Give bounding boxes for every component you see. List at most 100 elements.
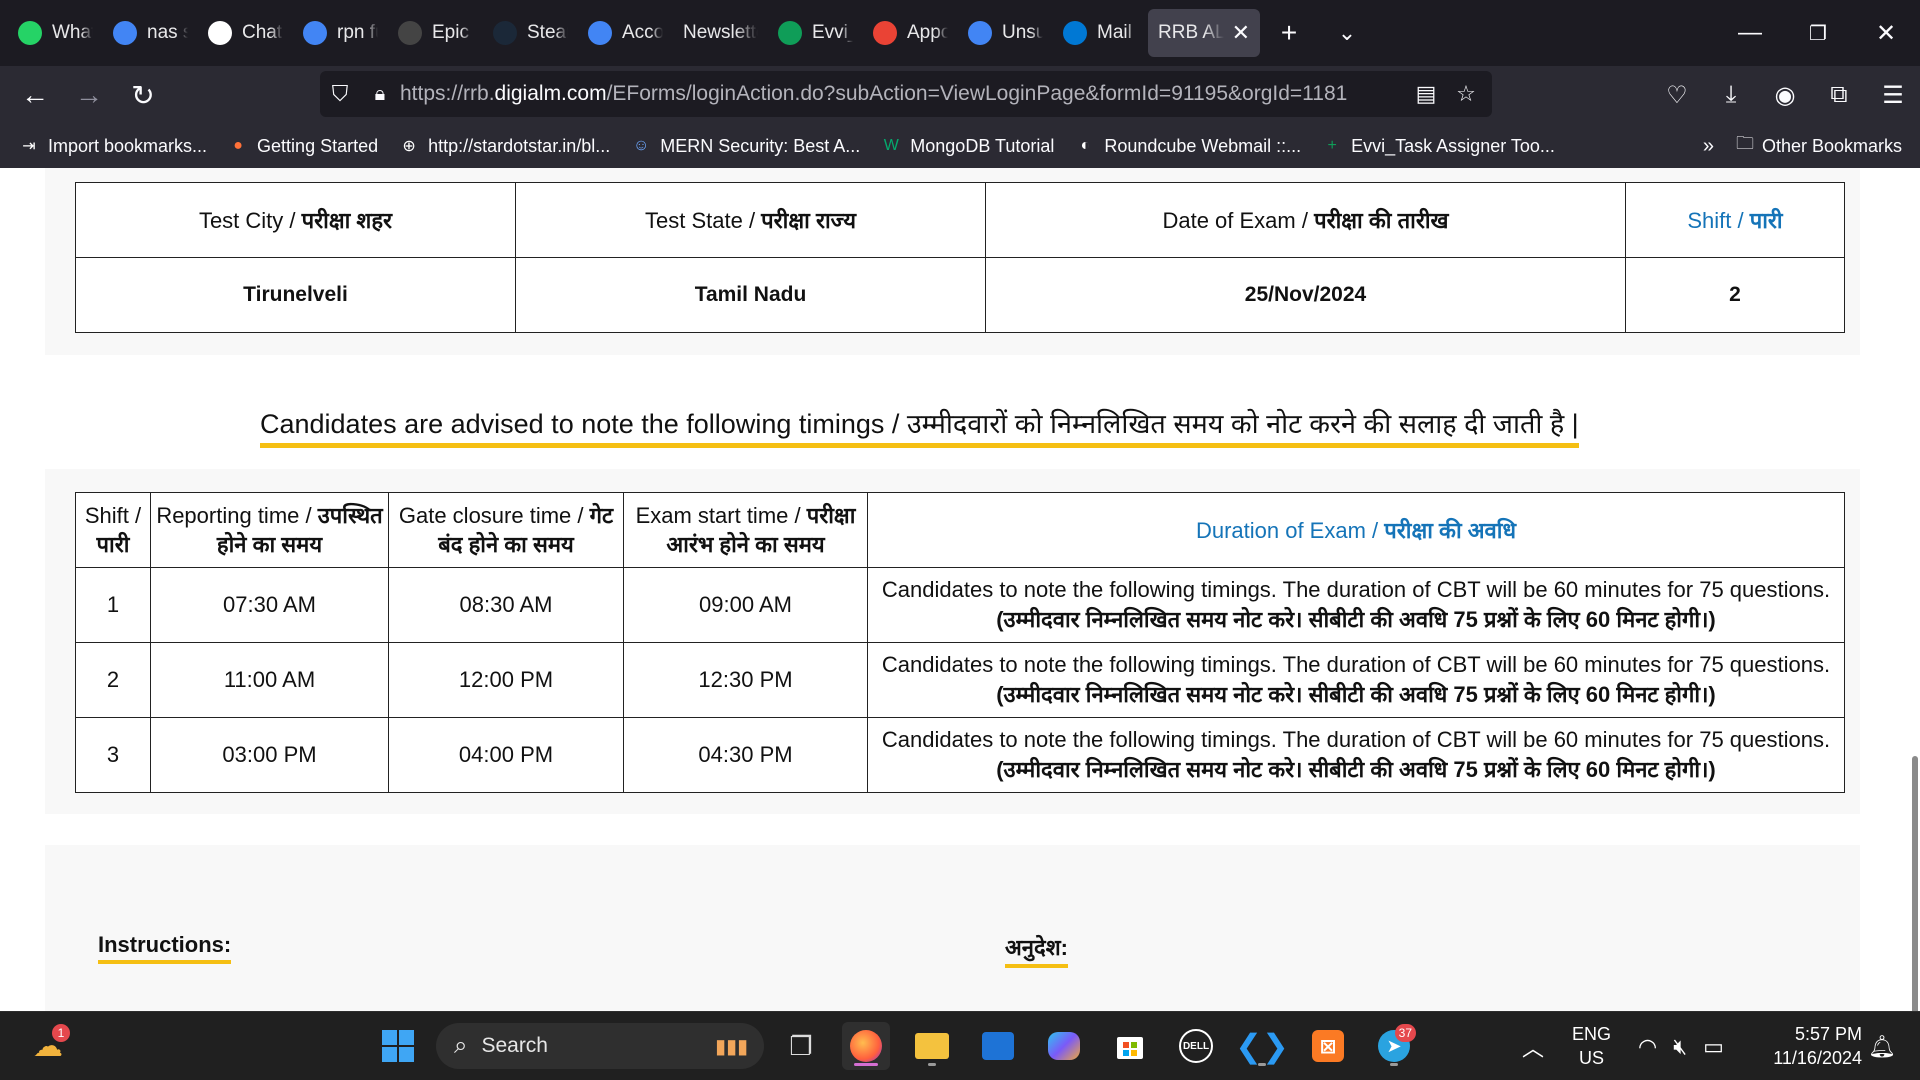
gate-closure-cell: 12:00 PM <box>388 642 624 718</box>
tab[interactable]: Unsub <box>958 9 1053 57</box>
show-hidden-icons-button[interactable]: ︿ <box>1522 1012 1544 1080</box>
tab-active[interactable]: RRB ALI ✕ <box>1148 9 1260 57</box>
downloads-icon[interactable]: ⤓ <box>1704 72 1758 118</box>
tab[interactable]: nas se <box>103 9 198 57</box>
language-indicator[interactable]: ENG US <box>1572 1022 1611 1070</box>
bookmark-item[interactable]: ⊕ http://stardotstar.in/bl... <box>398 135 610 157</box>
bookmark-item[interactable]: ● Getting Started <box>227 135 378 157</box>
tab[interactable]: Accou <box>578 9 673 57</box>
reload-button[interactable]: ↻ <box>116 72 170 118</box>
bookmark-item[interactable]: ☺ MERN Security: Best A... <box>630 135 860 157</box>
search-label: Search <box>481 1034 548 1057</box>
xampp-icon[interactable]: ⊠ <box>1304 1022 1352 1070</box>
header-shift: Shift / पारी <box>75 492 151 568</box>
new-tab-button[interactable]: + <box>1260 9 1318 57</box>
toolbar-right: ♡ ⤓ ◉ ⧉ ☰ <box>1650 66 1920 124</box>
folder-icon <box>915 1033 949 1059</box>
header-hi: परीक्षा की अवधि <box>1384 517 1517 543</box>
header-en: Duration of Exam / <box>1195 517 1385 543</box>
extensions-icon[interactable]: ⧉ <box>1812 72 1866 118</box>
reporting-time-cell: 11:00 AM <box>150 642 389 718</box>
table-row: 2 11:00 AM 12:00 PM 12:30 PM Candidates … <box>75 642 1845 718</box>
task-view-icon[interactable]: ❐ <box>777 1022 825 1070</box>
header-test-city: Test City / परीक्षा शहर <box>75 182 516 258</box>
header-hi: पारी <box>1749 208 1783 233</box>
test-state-value: Tamil Nadu <box>515 257 986 333</box>
notifications-bell-icon[interactable]: 🔔︎ <box>1868 1012 1896 1080</box>
bookmark-star-icon[interactable]: ☆ <box>1446 71 1486 117</box>
tracking-protection-shield-icon[interactable]: ⛉ <box>320 71 360 117</box>
google-icon <box>303 21 327 45</box>
duration-en: Candidates to note the following timings… <box>881 652 1831 677</box>
header-en: Exam start time / <box>635 503 807 528</box>
timings-header-row: Shift / पारी Reporting time / उपस्थित हो… <box>75 492 1845 568</box>
page-scrollbar[interactable] <box>1912 756 1918 1011</box>
whatsapp-icon <box>18 21 42 45</box>
firefox-icon <box>850 1030 882 1062</box>
duration-hi: (उम्मीदवार निम्नलिखित समय नोट करे। सीबीट… <box>996 682 1716 707</box>
back-button[interactable]: ← <box>8 72 62 118</box>
outlook-taskbar-icon[interactable] <box>974 1022 1022 1070</box>
bookmark-item[interactable]: W MongoDB Tutorial <box>880 135 1055 157</box>
time-text: 5:57 PM <box>1794 1024 1862 1044</box>
windows-logo-icon <box>382 1030 414 1062</box>
clock[interactable]: 5:57 PM 11/16/2024 <box>1760 1022 1862 1070</box>
minimize-button[interactable]: — <box>1716 0 1784 66</box>
system-tray[interactable]: ◠ 🔇︎ ▭ <box>1638 1012 1724 1080</box>
firefox-icon: ● <box>233 137 243 154</box>
tab[interactable]: Appoi <box>863 9 958 57</box>
microsoft-store-icon[interactable] <box>1106 1022 1154 1070</box>
start-button[interactable] <box>374 1022 422 1070</box>
dell-icon[interactable]: DELL <box>1172 1022 1220 1070</box>
lock-icon[interactable]: 🔒︎ <box>360 71 400 117</box>
tab[interactable]: Steam <box>483 9 578 57</box>
header-exam-start-time: Exam start time / परीक्षा आरंभ होने का स… <box>623 492 868 568</box>
exam-start-cell: 12:30 PM <box>623 642 868 718</box>
file-explorer-icon[interactable] <box>908 1022 956 1070</box>
outlook-icon <box>982 1032 1014 1060</box>
tab[interactable]: Whats <box>8 9 103 57</box>
reader-view-icon[interactable]: ▤ <box>1406 71 1446 117</box>
tab[interactable]: Mail - <box>1053 9 1148 57</box>
duration-hi: (उम्मीदवार निम्नलिखित समय नोट करे। सीबीट… <box>996 607 1716 632</box>
url-domain: digialm.com <box>494 82 607 105</box>
pocket-icon[interactable]: ♡ <box>1650 72 1704 118</box>
tab[interactable]: Evvi_T <box>768 9 863 57</box>
bookmark-label: MongoDB Tutorial <box>910 135 1055 156</box>
language-line1: ENG <box>1572 1024 1612 1044</box>
firefox-taskbar-icon[interactable] <box>842 1022 890 1070</box>
tab[interactable]: Epic G <box>388 9 483 57</box>
forward-button[interactable]: → <box>62 72 116 118</box>
account-icon[interactable]: ◉ <box>1758 72 1812 118</box>
duration-cell: Candidates to note the following timings… <box>867 717 1845 793</box>
shift-cell: 3 <box>75 717 151 793</box>
menu-icon[interactable]: ☰ <box>1866 72 1920 118</box>
telegram-badge: 37 <box>1394 1024 1416 1042</box>
bookmark-label: Roundcube Webmail ::... <box>1104 135 1302 156</box>
tab[interactable]: rpn fu <box>293 9 388 57</box>
bookmark-item[interactable]: + Evvi_Task Assigner Too... <box>1321 135 1554 157</box>
restore-button[interactable]: ❐ <box>1784 0 1852 66</box>
url-text[interactable]: https://rrb.digialm.com/EForms/loginActi… <box>400 82 1406 106</box>
url-path: /EForms/loginAction.do?subAction=ViewLog… <box>606 82 1348 105</box>
address-bar[interactable]: ⛉ 🔒︎ https://rrb.digialm.com/EForms/logi… <box>320 71 1492 117</box>
vscode-icon[interactable]: ❮❯ <box>1235 1022 1289 1070</box>
tab[interactable]: Newslette <box>673 9 768 57</box>
bookmark-item[interactable]: ⇥ Import bookmarks... <box>18 135 207 157</box>
taskbar-search[interactable]: ⌕ Search ▮▮▮ <box>436 1023 764 1069</box>
telegram-taskbar-icon[interactable]: ➤ 37 <box>1370 1022 1418 1070</box>
header-en: Gate closure time / <box>398 503 590 528</box>
bookmarks-overflow-icon[interactable]: » <box>1703 135 1714 158</box>
other-bookmarks-button[interactable]: Other Bookmarks <box>1762 136 1902 157</box>
timings-advice-heading: Candidates are advised to note the follo… <box>260 404 1579 448</box>
header-shift: Shift / पारी <box>1625 182 1845 258</box>
copilot-icon[interactable] <box>1040 1022 1088 1070</box>
close-tab-icon[interactable]: ✕ <box>1232 20 1250 46</box>
bookmark-item[interactable]: ◐ Roundcube Webmail ::... <box>1074 135 1302 157</box>
store-logo-icon <box>1117 1037 1143 1059</box>
tab-label: Appoi <box>907 22 948 43</box>
weather-widget[interactable]: ☁ 1 <box>24 1022 72 1070</box>
tab[interactable]: ChatG <box>198 9 293 57</box>
close-window-button[interactable]: ✕ <box>1852 0 1920 66</box>
list-tabs-button[interactable]: ⌄ <box>1318 9 1376 57</box>
